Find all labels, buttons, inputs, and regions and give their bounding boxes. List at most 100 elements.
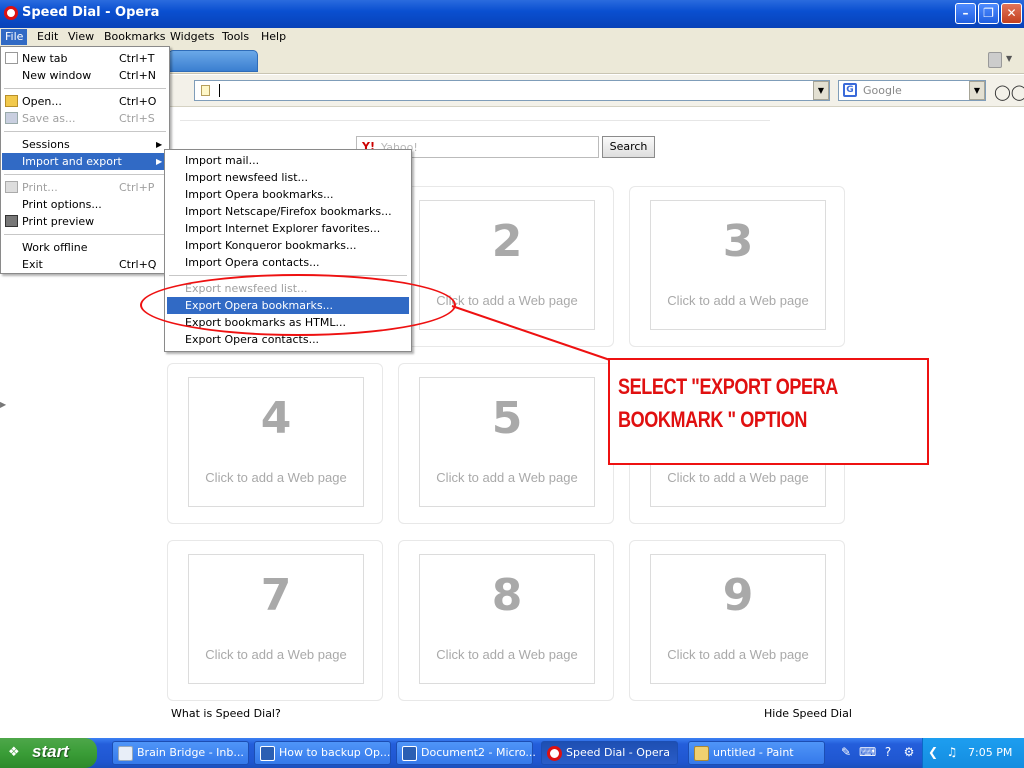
trash-icon[interactable] [988,52,1002,68]
dial-thumbnail: 9 Click to add a Web page [650,554,826,684]
sidebar-toggle-icon[interactable]: ▶ [0,400,6,409]
menu-tools[interactable]: Tools [218,29,253,45]
search-engine-field[interactable]: G Google [838,80,986,101]
window-title: Speed Dial - Opera [22,5,160,20]
address-dropdown-button[interactable]: ▼ [813,81,829,100]
annotation-line-1: SELECT "EXPORT OPERA [618,374,838,399]
restore-button[interactable]: ❐ [978,3,999,24]
dial-number: 9 [722,570,754,621]
dial-add-label: Click to add a Web page [667,293,809,308]
tab-speed-dial[interactable] [168,50,258,72]
printer-icon [5,181,18,193]
dial-number: 5 [491,393,523,444]
minimize-button[interactable]: – [955,3,976,24]
taskbar-button-speed-dial-opera[interactable]: Speed Dial - Opera [541,741,678,765]
menu-item-save-as: Save as... Ctrl+S [2,110,168,127]
dial-thumbnail: 3 Click to add a Web page [650,200,826,330]
address-field[interactable] [194,80,830,101]
opera-icon [547,746,562,761]
dial-add-label: Click to add a Web page [667,470,809,485]
divider [180,120,770,121]
taskbar-button-how-to-backup[interactable]: How to backup Op... [254,741,391,765]
speed-dial-7[interactable]: 7 Click to add a Web page [167,540,383,701]
network-icon[interactable]: ⚙ [901,744,917,760]
menu-help[interactable]: Help [257,29,290,45]
menu-item-import-and-export[interactable]: Import and export ▶ [2,153,168,170]
dial-thumbnail: 8 Click to add a Web page [419,554,595,684]
annotation-callout: SELECT "EXPORT OPERA BOOKMARK " OPTION [608,358,929,465]
speed-dial-4[interactable]: 4 Click to add a Web page [167,363,383,524]
menu-item-import-opera-contacts[interactable]: Import Opera contacts... [167,254,409,271]
save-icon [5,112,18,124]
glasses-icon[interactable]: ◯◯ [994,83,1024,101]
menu-item-print: Print... Ctrl+P [2,179,168,196]
start-button[interactable]: ❖ start [0,738,97,768]
mail-icon [118,746,133,761]
search-dropdown-button[interactable]: ▼ [969,81,985,100]
dial-number: 3 [722,216,754,267]
file-menu: New tab Ctrl+T New window Ctrl+N Open...… [0,46,170,274]
menu-item-print-options[interactable]: Print options... [2,196,168,213]
menu-item-sessions[interactable]: Sessions ▶ [2,136,168,153]
google-icon: G [843,83,857,97]
paint-icon [694,746,709,761]
dial-add-label: Click to add a Web page [436,470,578,485]
word-icon [402,746,417,761]
speed-dial-8[interactable]: 8 Click to add a Web page [398,540,614,701]
taskbar-button-document2[interactable]: Document2 - Micro... [396,741,536,765]
chevron-down-icon[interactable]: ▼ [1006,54,1012,63]
menu-view[interactable]: View [64,29,98,45]
dial-add-label: Click to add a Web page [667,647,809,662]
taskbar-button-brain-bridge[interactable]: Brain Bridge - Inb... [112,741,249,765]
search-engine-name: Google [863,84,902,97]
dial-number: 7 [260,570,292,621]
windows-flag-icon: ❖ [8,745,20,760]
menu-item-import-opera-bookmarks[interactable]: Import Opera bookmarks... [167,186,409,203]
menu-item-open[interactable]: Open... Ctrl+O [2,93,168,110]
folder-icon [5,95,18,107]
menu-item-import-ie-favorites[interactable]: Import Internet Explorer favorites... [167,220,409,237]
submenu-arrow-icon: ▶ [156,157,163,166]
text-caret [219,84,220,97]
dial-thumbnail: 4 Click to add a Web page [188,377,364,507]
menu-item-import-newsfeed-list[interactable]: Import newsfeed list... [167,169,409,186]
hide-speed-dial-link[interactable]: Hide Speed Dial [764,707,852,720]
menu-item-work-offline[interactable]: Work offline [2,239,168,256]
menu-edit[interactable]: Edit [33,29,62,45]
speed-dial-9[interactable]: 9 Click to add a Web page [629,540,845,701]
tray-expand-icon[interactable]: ❮ [925,744,941,760]
keyboard-icon[interactable]: ⌨ [859,744,876,760]
dial-thumbnail: 5 Click to add a Web page [419,377,595,507]
menu-file[interactable]: File [1,29,28,45]
menu-item-exit[interactable]: Exit Ctrl+Q [2,256,168,273]
speed-dial-2[interactable]: 2 Click to add a Web page [398,186,614,347]
speed-dial-3[interactable]: 3 Click to add a Web page [629,186,845,347]
help-icon[interactable]: ? [880,744,896,760]
annotation-text: SELECT "EXPORT OPERA BOOKMARK " OPTION [618,370,838,436]
menu-widgets[interactable]: Widgets [166,29,218,45]
menu-item-import-netscape-firefox-bookmarks[interactable]: Import Netscape/Firefox bookmarks... [167,203,409,220]
close-button[interactable]: ✕ [1001,3,1022,24]
speaker-icon[interactable]: ♫ [944,744,960,760]
dial-number: 2 [491,216,523,267]
taskbar-button-paint[interactable]: untitled - Paint [688,741,825,765]
menu-item-print-preview[interactable]: Print preview [2,213,168,230]
annotation-highlight-ellipse [140,274,456,336]
menu-bookmarks[interactable]: Bookmarks [100,29,169,45]
page-icon [201,85,210,96]
dial-add-label: Click to add a Web page [205,647,347,662]
dial-number: 8 [491,570,523,621]
menu-item-import-konqueror-bookmarks[interactable]: Import Konqueror bookmarks... [167,237,409,254]
dial-add-label: Click to add a Web page [436,647,578,662]
word-icon [260,746,275,761]
search-button[interactable]: Search [602,136,655,158]
dial-add-label: Click to add a Web page [205,470,347,485]
menu-item-new-window[interactable]: New window Ctrl+N [2,67,168,84]
speed-dial-5[interactable]: 5 Click to add a Web page [398,363,614,524]
pen-icon[interactable]: ✎ [838,744,854,760]
menu-item-import-mail[interactable]: Import mail... [167,152,409,169]
opera-logo-icon [4,6,18,20]
dial-thumbnail: 7 Click to add a Web page [188,554,364,684]
menu-item-new-tab[interactable]: New tab Ctrl+T [2,50,168,67]
what-is-speed-dial-link[interactable]: What is Speed Dial? [171,707,281,720]
